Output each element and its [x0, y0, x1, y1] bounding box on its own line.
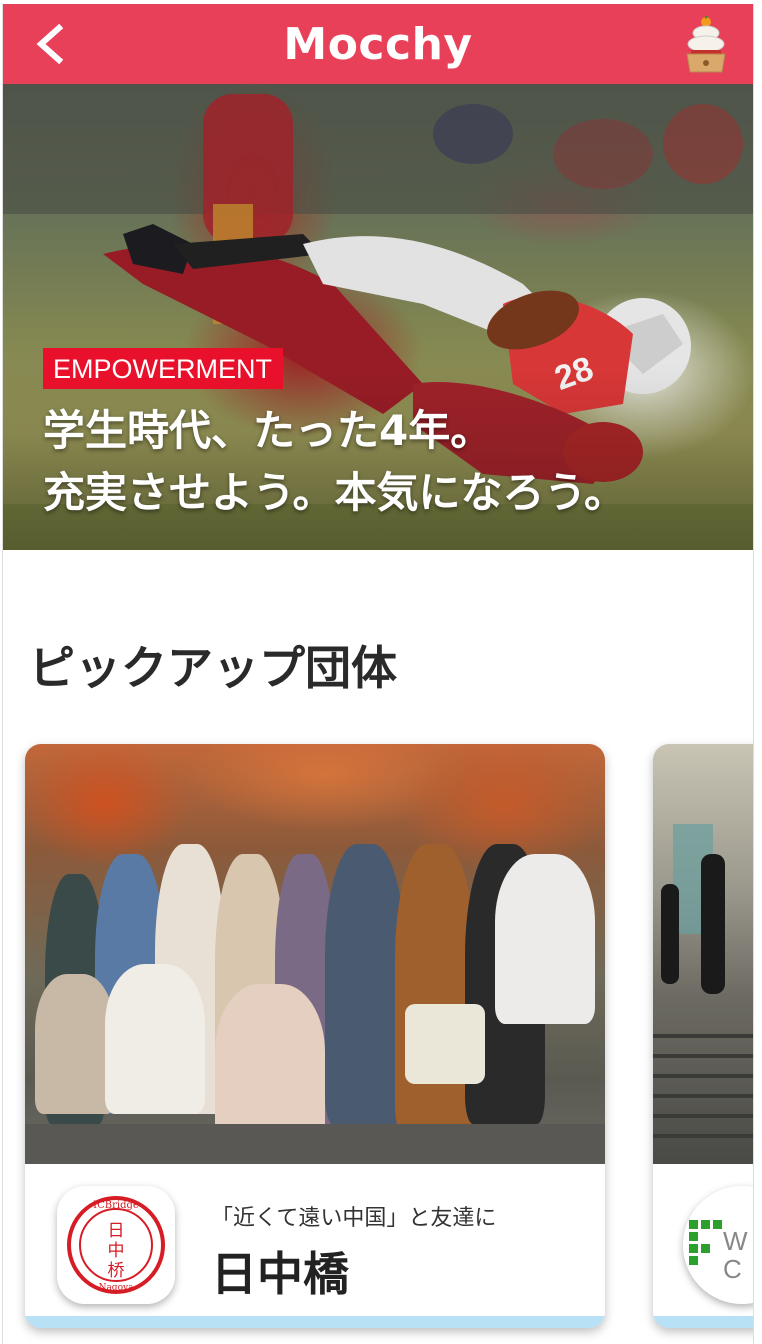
- org-card-partial[interactable]: W C: [653, 744, 753, 1328]
- svg-text:中: 中: [108, 1241, 125, 1261]
- kagami-mochi-icon[interactable]: [683, 16, 729, 74]
- category-badge: EMPOWERMENT: [43, 348, 283, 389]
- chevron-left-icon[interactable]: [29, 22, 73, 66]
- svg-text:C: C: [723, 1254, 742, 1284]
- app-header: Mocchy: [3, 4, 753, 84]
- section-title: ピックアップ団体: [29, 641, 397, 695]
- card-accent-bar: [653, 1316, 753, 1328]
- nicchukyo-logo: ICBridge 日 中 桥 Nagoya: [57, 1186, 175, 1304]
- svg-text:ICBridge: ICBridge: [93, 1200, 139, 1211]
- hero-headline: 学生時代、たった4年。 充実させよう。本気になろう。: [43, 400, 626, 524]
- org-name: 日中橋: [211, 1247, 349, 1301]
- headline-line-2: 充実させよう。本気になろう。: [43, 468, 626, 517]
- group-photo: [25, 744, 605, 1164]
- org-logo-partial: W C: [683, 1186, 753, 1304]
- building-photo: [653, 744, 753, 1164]
- headline-line-1: 学生時代、たった4年。: [43, 406, 493, 455]
- org-tagline: 「近くて遠い中国」と友達に: [211, 1206, 497, 1231]
- app-logo: Mocchy: [283, 18, 473, 70]
- card-accent-bar: [25, 1316, 605, 1328]
- svg-text:Nagoya: Nagoya: [99, 1283, 135, 1293]
- hero-banner[interactable]: 28 EMPOWERMENT 学生時代、たった4年。 充実させよう。本気になろう…: [3, 84, 753, 550]
- org-card[interactable]: ICBridge 日 中 桥 Nagoya 「近くて遠い中国」と友達に 日中橋: [25, 744, 605, 1328]
- svg-text:桥: 桥: [108, 1261, 125, 1281]
- svg-text:日: 日: [108, 1221, 125, 1241]
- app-frame: Mocchy 28: [2, 4, 754, 1344]
- svg-text:W: W: [723, 1226, 748, 1256]
